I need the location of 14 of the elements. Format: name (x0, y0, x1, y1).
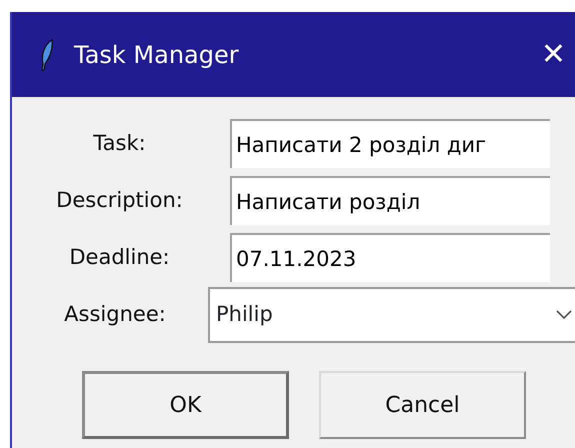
window-title: Task Manager (74, 40, 239, 70)
field-label: Description: (55, 186, 184, 214)
dialog-button[interactable]: Cancel (319, 371, 526, 439)
text-field[interactable]: 07.11.2023 (230, 233, 550, 282)
text-field[interactable]: Написати розділ (230, 176, 550, 225)
caret-icon (556, 310, 572, 320)
assignee-dropdown[interactable]: Philip (208, 286, 575, 342)
text-field[interactable]: Написати 2 розділ диг (230, 119, 550, 168)
dialog-button[interactable]: OK (82, 371, 289, 439)
field-label: Assignee: (63, 300, 167, 328)
field-label: Deadline: (68, 244, 171, 271)
close-button[interactable]: ✕ (534, 36, 572, 74)
field-label: Task: (92, 130, 147, 157)
feather-icon (40, 38, 54, 70)
